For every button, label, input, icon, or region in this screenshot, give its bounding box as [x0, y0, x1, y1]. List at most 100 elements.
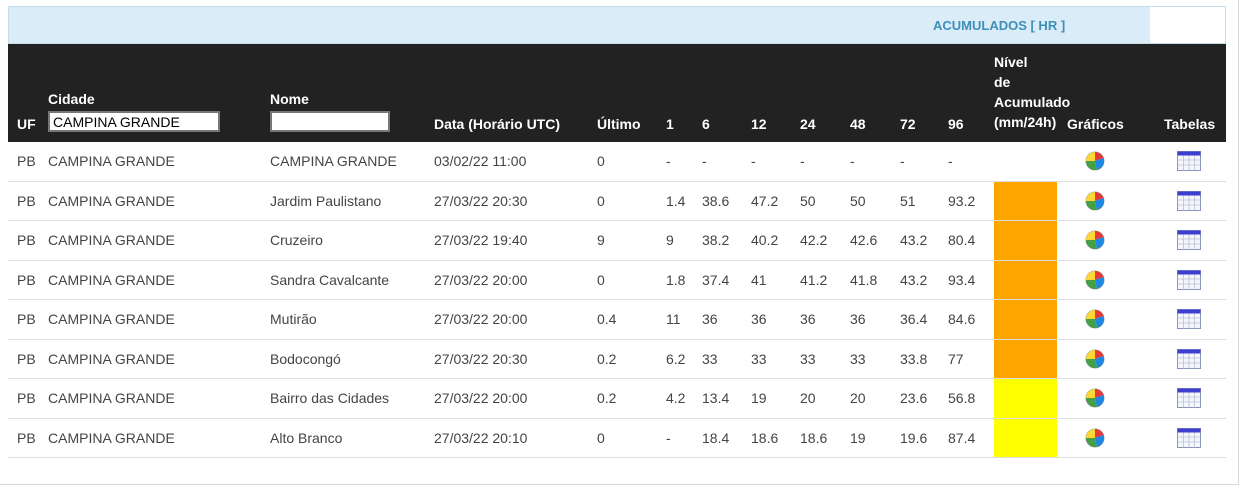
cell-uf: PB	[17, 350, 36, 367]
pie-chart-icon[interactable]	[1085, 151, 1105, 171]
col-12h: 12	[751, 116, 767, 132]
cell-h12: 33	[751, 350, 767, 367]
cell-h6: 33	[702, 350, 718, 367]
table-row: PB CAMPINA GRANDE Jardim Paulistano 27/03/2…	[8, 181, 1226, 221]
cell-h96: 93.2	[948, 192, 976, 209]
nome-filter-input[interactable]	[270, 111, 390, 132]
cell-h48: 42.6	[850, 232, 878, 249]
cell-uf: PB	[17, 192, 36, 209]
calendar-table-icon[interactable]	[1176, 388, 1201, 409]
cell-h96: 84.6	[948, 311, 976, 328]
pie-chart-icon[interactable]	[1085, 191, 1105, 211]
cell-ultimo: 9	[597, 232, 605, 249]
calendar-table-icon[interactable]	[1176, 190, 1201, 211]
cell-h1: 6.2	[666, 350, 686, 367]
cell-nivel	[994, 221, 1067, 261]
calendar-table-icon[interactable]	[1176, 151, 1201, 172]
cell-cidade: CAMPINA GRANDE	[48, 232, 175, 249]
col-48h: 48	[850, 116, 866, 132]
cell-h96: 93.4	[948, 271, 976, 288]
cell-h6: 38.2	[702, 232, 730, 249]
cell-h12: 41	[751, 271, 767, 288]
calendar-table-icon[interactable]	[1176, 309, 1201, 330]
cell-data: 27/03/22 20:00	[434, 311, 528, 328]
cell-graficos	[1067, 339, 1151, 379]
cell-nivel	[994, 181, 1067, 221]
pie-chart-icon[interactable]	[1085, 270, 1105, 290]
cell-h72: 43.2	[900, 271, 928, 288]
col-6h: 6	[702, 116, 710, 132]
cell-h96: 56.8	[948, 390, 976, 407]
cell-nome: Bairro das Cidades	[270, 390, 390, 407]
col-data: Data (Horário UTC)	[434, 116, 561, 132]
cell-h24: 50	[800, 192, 816, 209]
cell-h48: 41.8	[850, 271, 878, 288]
level-indicator	[994, 300, 1057, 339]
cell-h48: -	[850, 153, 855, 170]
cell-nivel	[994, 142, 1067, 181]
cell-data: 27/03/22 19:40	[434, 232, 528, 249]
pie-chart-icon[interactable]	[1085, 428, 1105, 448]
cell-tabelas	[1151, 300, 1226, 340]
cell-ultimo: 0.4	[597, 311, 617, 328]
cell-nivel	[994, 339, 1067, 379]
cell-nome: Sandra Cavalcante	[270, 271, 390, 288]
level-indicator	[994, 260, 1057, 299]
cell-h12: 36	[751, 311, 767, 328]
cidade-filter-input[interactable]	[48, 111, 220, 132]
cell-graficos	[1067, 379, 1151, 419]
pie-chart-icon[interactable]	[1085, 309, 1105, 329]
calendar-table-icon[interactable]	[1176, 348, 1201, 369]
cell-tabelas	[1151, 142, 1226, 181]
col-uf: UF	[17, 116, 36, 132]
cell-h6: 37.4	[702, 271, 730, 288]
calendar-table-icon[interactable]	[1176, 269, 1201, 290]
cell-h12: 47.2	[751, 192, 779, 209]
pie-chart-icon[interactable]	[1085, 349, 1105, 369]
cell-nome: Mutirão	[270, 311, 317, 328]
cell-nivel	[994, 379, 1067, 419]
cell-cidade: CAMPINA GRANDE	[48, 390, 175, 407]
cell-graficos	[1067, 418, 1151, 458]
col-1h: 1	[666, 116, 674, 132]
cell-nivel	[994, 260, 1067, 300]
pie-chart-icon[interactable]	[1085, 388, 1105, 408]
cell-nivel	[994, 300, 1067, 340]
col-nivel-line: (mm/24h)	[994, 114, 1057, 130]
col-nivel-line: de	[994, 74, 1011, 90]
cell-h96: -	[948, 153, 953, 170]
cell-tabelas	[1151, 418, 1226, 458]
cell-data: 27/03/22 20:10	[434, 429, 528, 446]
cell-data: 27/03/22 20:30	[434, 350, 528, 367]
table-row: PB CAMPINA GRANDE Bodocongó 27/03/22 20:30 0…	[8, 339, 1226, 379]
cell-tabelas	[1151, 260, 1226, 300]
pie-chart-icon[interactable]	[1085, 230, 1105, 250]
cell-h96: 80.4	[948, 232, 976, 249]
cell-h12: 40.2	[751, 232, 779, 249]
cell-ultimo: 0.2	[597, 390, 617, 407]
cell-h48: 33	[850, 350, 866, 367]
cell-h48: 50	[850, 192, 866, 209]
cell-h96: 77	[948, 350, 964, 367]
cell-h72: 36.4	[900, 311, 928, 328]
cell-h6: 18.4	[702, 429, 730, 446]
cell-h48: 36	[850, 311, 866, 328]
cell-ultimo: 0	[597, 153, 605, 170]
cell-h24: 36	[800, 311, 816, 328]
table-row: PB CAMPINA GRANDE Sandra Cavalcante 27/03/2…	[8, 260, 1226, 300]
cell-graficos	[1067, 260, 1151, 300]
cell-h24: 41.2	[800, 271, 828, 288]
cell-tabelas	[1151, 221, 1226, 261]
col-72h: 72	[900, 116, 916, 132]
table-header-row: UF Cidade Nome Data (Horário UTC) Último…	[8, 44, 1226, 142]
calendar-table-icon[interactable]	[1176, 427, 1201, 448]
col-nivel-line: Acumulado	[994, 94, 1071, 110]
level-indicator	[994, 221, 1057, 260]
cell-ultimo: 0.2	[597, 350, 617, 367]
cell-h6: 13.4	[702, 390, 730, 407]
cell-graficos	[1067, 300, 1151, 340]
cell-uf: PB	[17, 153, 36, 170]
cell-ultimo: 0	[597, 429, 605, 446]
cell-h1: -	[666, 153, 671, 170]
calendar-table-icon[interactable]	[1176, 230, 1201, 251]
